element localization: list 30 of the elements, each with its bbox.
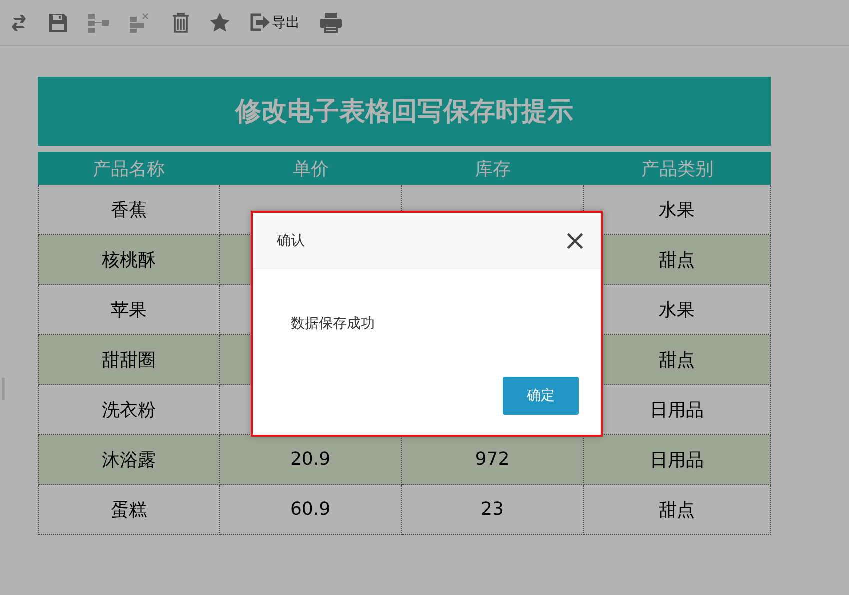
table-cell: 23 xyxy=(402,485,584,535)
table-cell: 核桃酥 xyxy=(38,235,220,285)
export-button[interactable]: 导出 xyxy=(250,13,300,32)
save-icon xyxy=(48,12,68,32)
star-button[interactable] xyxy=(210,13,230,32)
save-button[interactable] xyxy=(48,12,68,32)
printer-icon xyxy=(320,12,342,32)
print-button[interactable] xyxy=(320,12,342,32)
export-icon xyxy=(250,13,270,32)
column-header: 单价 xyxy=(220,152,402,185)
table-cell: 甜点 xyxy=(584,485,771,535)
trash-button[interactable] xyxy=(172,12,190,32)
insert-row-icon xyxy=(88,12,110,32)
column-header: 产品类别 xyxy=(584,152,771,185)
trash-icon xyxy=(172,12,190,32)
column-header: 产品名称 xyxy=(38,152,220,185)
table-cell: 20.9 xyxy=(220,435,402,485)
dialog-message: 数据保存成功 xyxy=(291,315,375,333)
refresh-icon xyxy=(10,14,28,32)
table-cell: 60.9 xyxy=(220,485,402,535)
report-title: 修改电子表格回写保存时提示 xyxy=(38,77,771,146)
dialog-title: 确认 xyxy=(277,232,305,250)
table-cell: 甜甜圈 xyxy=(38,335,220,385)
column-header: 库存 xyxy=(402,152,584,185)
table-cell: 蛋糕 xyxy=(38,485,220,535)
table-cell: 日用品 xyxy=(584,435,771,485)
refresh-button[interactable] xyxy=(10,14,28,32)
star-icon xyxy=(210,13,230,32)
table-cell: 沐浴露 xyxy=(38,435,220,485)
table-cell: 972 xyxy=(402,435,584,485)
